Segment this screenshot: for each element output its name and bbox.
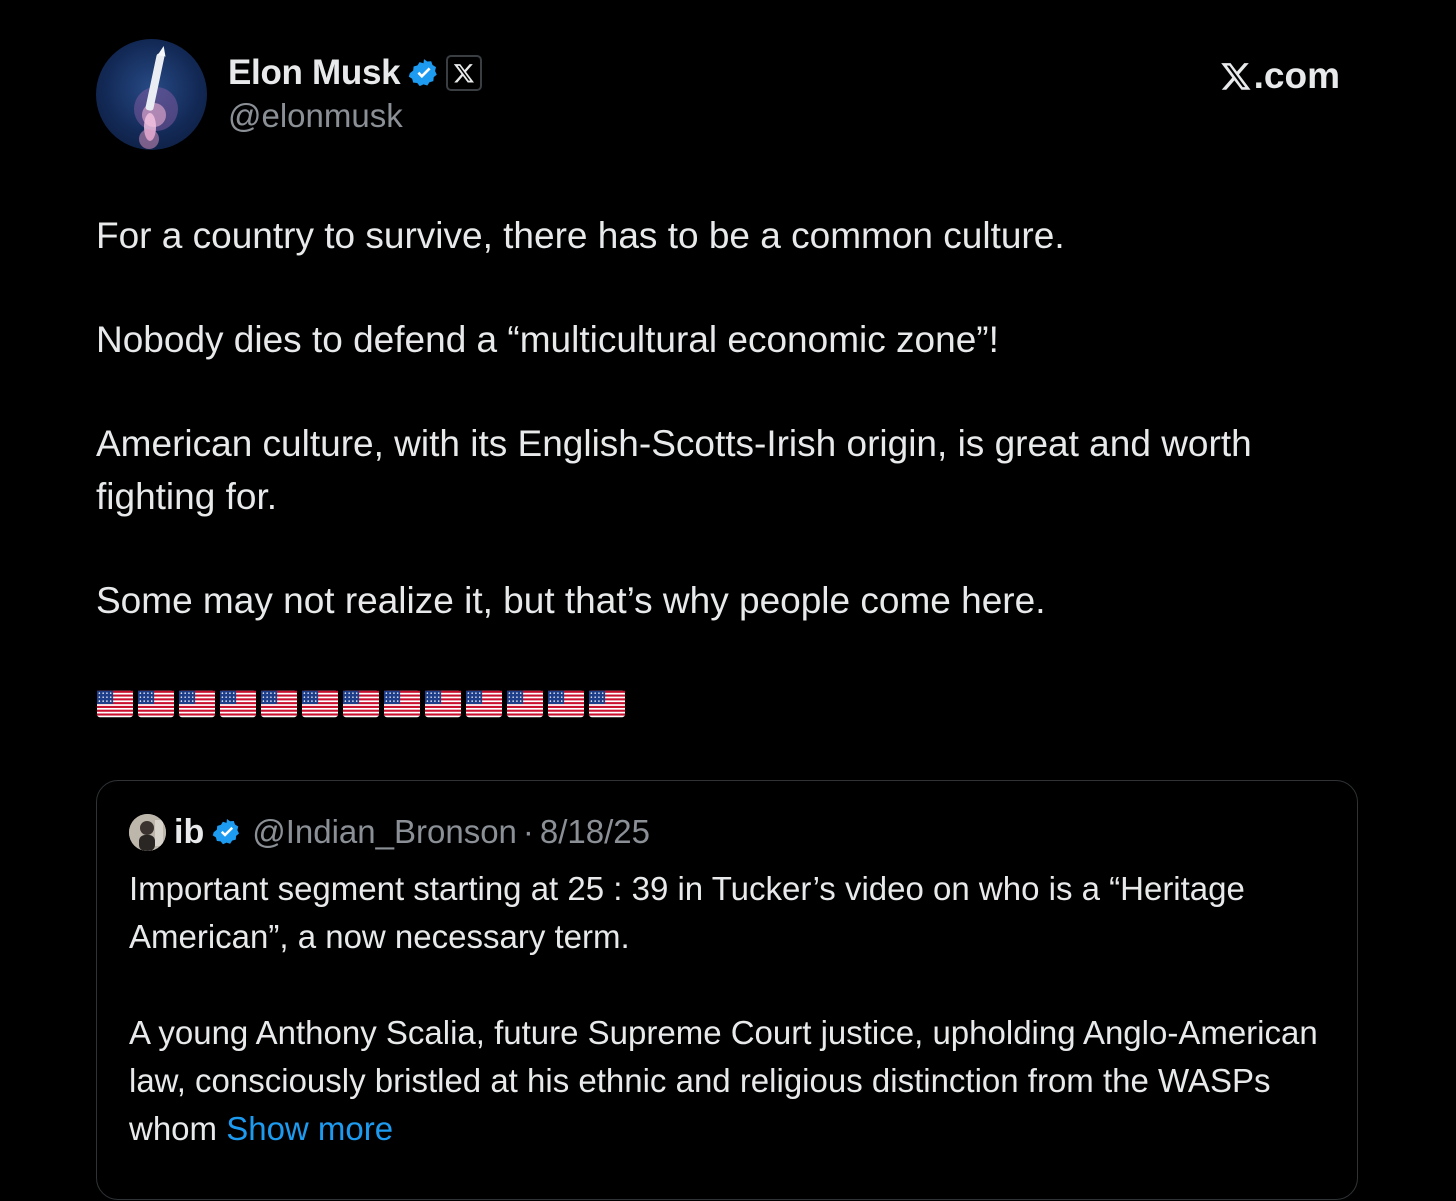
us-flag-emoji-icon: [548, 690, 584, 718]
us-flag-emoji-icon: [261, 690, 297, 718]
rocket-avatar-image: [134, 46, 178, 149]
quoted-verified-badge-icon[interactable]: [212, 817, 242, 847]
us-flag-emoji-icon: [425, 690, 461, 718]
quoted-paragraph: Important segment starting at 25 : 39 in…: [129, 870, 1245, 955]
x-brand-icon: [1220, 63, 1251, 90]
us-flag-emoji-icon: [589, 690, 625, 718]
tweet-paragraph: Nobody dies to defend a “multicultural e…: [96, 319, 999, 360]
quoted-paragraph-truncated: A young Anthony Scalia, future Supreme C…: [129, 1009, 1329, 1153]
us-flag-emoji-icon: [466, 690, 502, 718]
quoted-author-handle[interactable]: @Indian_Bronson: [252, 813, 517, 851]
brand-watermark: .com: [1220, 55, 1340, 97]
quoted-tweet-text: Important segment starting at 25 : 39 in…: [129, 865, 1329, 1201]
quoted-avatar-image: [129, 813, 166, 851]
us-flag-emoji-icon: [138, 690, 174, 718]
quoted-author-avatar[interactable]: [129, 813, 166, 851]
tweet-paragraph: American culture, with its English-Scott…: [96, 423, 1252, 517]
quoted-tweet-card[interactable]: ib @Indian_Bronson · 8/18/25 Important s…: [96, 780, 1358, 1200]
us-flag-emoji-icon: [507, 690, 543, 718]
quoted-tweet-date[interactable]: 8/18/25: [540, 813, 650, 851]
us-flag-emoji-icon: [97, 690, 133, 718]
show-more-link[interactable]: Show more: [226, 1110, 393, 1147]
x-affiliate-badge-icon[interactable]: [446, 55, 483, 91]
us-flag-emoji-icon: [179, 690, 215, 718]
author-handle[interactable]: @elonmusk: [228, 97, 403, 135]
us-flag-emoji-icon: [343, 690, 379, 718]
quoted-meta-separator: ·: [522, 813, 534, 850]
author-name-row: Elon Musk: [228, 50, 483, 96]
author-avatar[interactable]: [96, 39, 207, 150]
us-flag-emoji-icon: [220, 690, 256, 718]
us-flag-emoji-row: [97, 690, 625, 718]
author-display-name[interactable]: Elon Musk: [228, 53, 401, 93]
x-logo-icon: [454, 64, 475, 83]
tweet-text: For a country to survive, there has to b…: [96, 209, 1366, 678]
tweet-paragraph: For a country to survive, there has to b…: [96, 215, 1065, 256]
verified-badge-icon[interactable]: [408, 57, 440, 89]
quoted-author-display-name[interactable]: ib: [174, 813, 204, 852]
quoted-tweet-header: ib @Indian_Bronson · 8/18/25: [129, 809, 650, 855]
us-flag-emoji-icon: [384, 690, 420, 718]
brand-suffix: .com: [1253, 55, 1340, 96]
tweet-paragraph: Some may not realize it, but that’s why …: [96, 580, 1046, 621]
us-flag-emoji-icon: [302, 690, 338, 718]
